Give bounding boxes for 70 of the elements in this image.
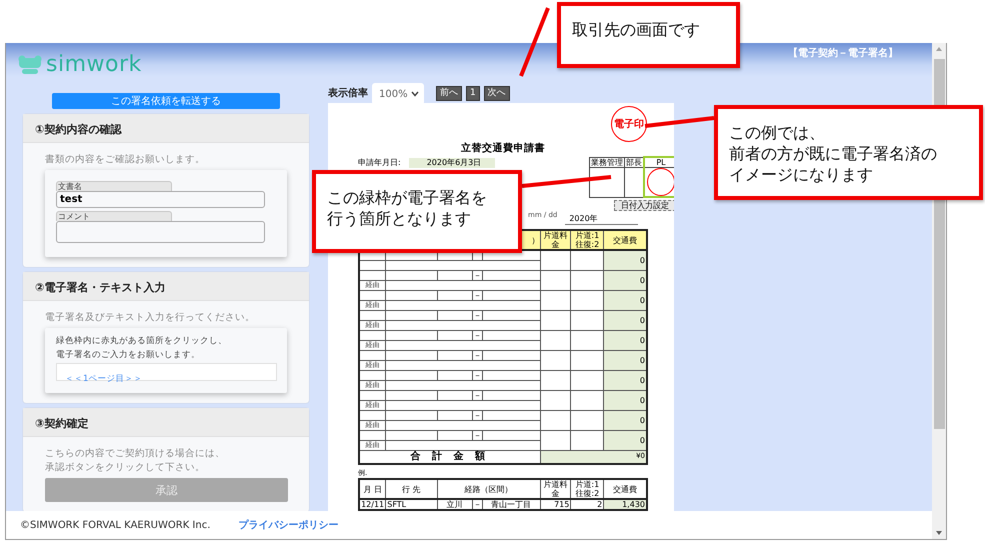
instruction-text: 承認ボタンをクリックして下さい。: [45, 461, 206, 475]
table-cell: －: [472, 370, 482, 380]
guide-text: 電子署名のご入力をお願いします。: [56, 349, 201, 362]
copyright-text: ©SIMWORK FORVAL KAERUWORK Inc.: [20, 520, 210, 530]
table-cell: 0: [604, 330, 647, 350]
logo-text: simwork: [46, 53, 142, 77]
document-title: 立替交通費申請書: [460, 143, 546, 155]
callout-text: イメージになります: [729, 164, 873, 185]
table-cell: 0: [604, 290, 647, 310]
previous-button[interactable]: 前へ: [436, 86, 462, 100]
next-button[interactable]: 次へ: [484, 86, 510, 100]
input-field[interactable]: test: [56, 191, 265, 208]
table-cell: 0: [604, 350, 647, 370]
zoom-label: 表示倍率: [328, 86, 368, 100]
table-cell: －: [472, 410, 482, 420]
year-text: 2020年: [565, 212, 638, 225]
table-cell: PL: [644, 157, 674, 168]
table-cell: 月 日: [359, 479, 386, 499]
privacy-policy-link[interactable]: プライバシーポリシー: [238, 518, 338, 532]
table-cell: －: [472, 350, 482, 360]
table-cell: 0: [604, 430, 647, 450]
table-cell: －: [472, 430, 482, 440]
table-cell: －: [472, 270, 482, 280]
callout-text: 取引先の画面です: [572, 19, 700, 40]
table-cell: 12/11: [359, 499, 386, 510]
date-label: 申請年月日:: [358, 158, 401, 168]
table-cell: －: [472, 310, 482, 320]
leader-line: [519, 7, 550, 77]
table-cell: 片道:1 往復:2: [570, 479, 604, 499]
date-value: 2020年6月3日: [408, 158, 496, 168]
input-field[interactable]: [56, 221, 265, 243]
table-cell: 業務管理: [590, 157, 624, 168]
table-cell: 経路（区間）: [437, 479, 540, 499]
section-title: ③契約確定: [23, 408, 309, 437]
section-title: ①契約内容の確認: [23, 114, 309, 143]
window-title: 【電子契約－電子署名】: [788, 46, 898, 60]
callout-text: この緑枠が電子署名を: [327, 187, 487, 208]
table-cell: 交通費: [604, 230, 647, 250]
guide-text: 緑色枠内に赤丸がある箇所をクリックし、: [56, 335, 228, 348]
table-cell: 0: [604, 310, 647, 330]
callout-text: 行う箇所となります: [327, 208, 471, 229]
table-cell: 行 先: [386, 479, 438, 499]
page-number-button[interactable]: 1: [466, 86, 480, 100]
chevron-down-icon: [411, 91, 419, 97]
table-cell: 0: [604, 410, 647, 430]
callout-text: この例では、: [729, 122, 825, 143]
table-cell: 片道:1 往復:2: [570, 230, 604, 250]
table-cell: 片道料金: [540, 230, 571, 250]
field-label: コメント: [56, 211, 172, 221]
table-cell: －: [472, 390, 482, 400]
table-cell: －: [472, 330, 482, 340]
instruction-text: こちらの内容でご契約頂ける場合には、: [45, 447, 226, 461]
table-cell: 0: [604, 250, 647, 270]
table-cell: 0: [604, 390, 647, 410]
instruction-text: 書類の内容をご確認お願いします。: [45, 153, 206, 167]
table-cell: 交通費: [604, 479, 647, 499]
table-cell: 部長: [624, 157, 644, 168]
instruction-text: 電子署名及びテキスト入力を行ってください。: [45, 311, 256, 325]
table-cell: 0: [604, 270, 647, 290]
table-cell: －: [472, 290, 482, 300]
table-cell: 0: [604, 370, 647, 390]
section-title: ②電子署名・テキスト入力: [23, 272, 309, 301]
zoom-select[interactable]: 100%: [372, 83, 424, 105]
table-cell: 片道料金: [540, 479, 571, 499]
date-setting-button[interactable]: 日付入力設定: [614, 200, 674, 211]
table-cell: SFTL: [386, 499, 438, 510]
callout-text: 前者の方が既に電子署名済の: [729, 143, 937, 164]
bear-logo-icon: [18, 55, 42, 75]
seal-stamp: 電子印: [611, 106, 647, 142]
field-label: 文書名: [56, 181, 172, 191]
